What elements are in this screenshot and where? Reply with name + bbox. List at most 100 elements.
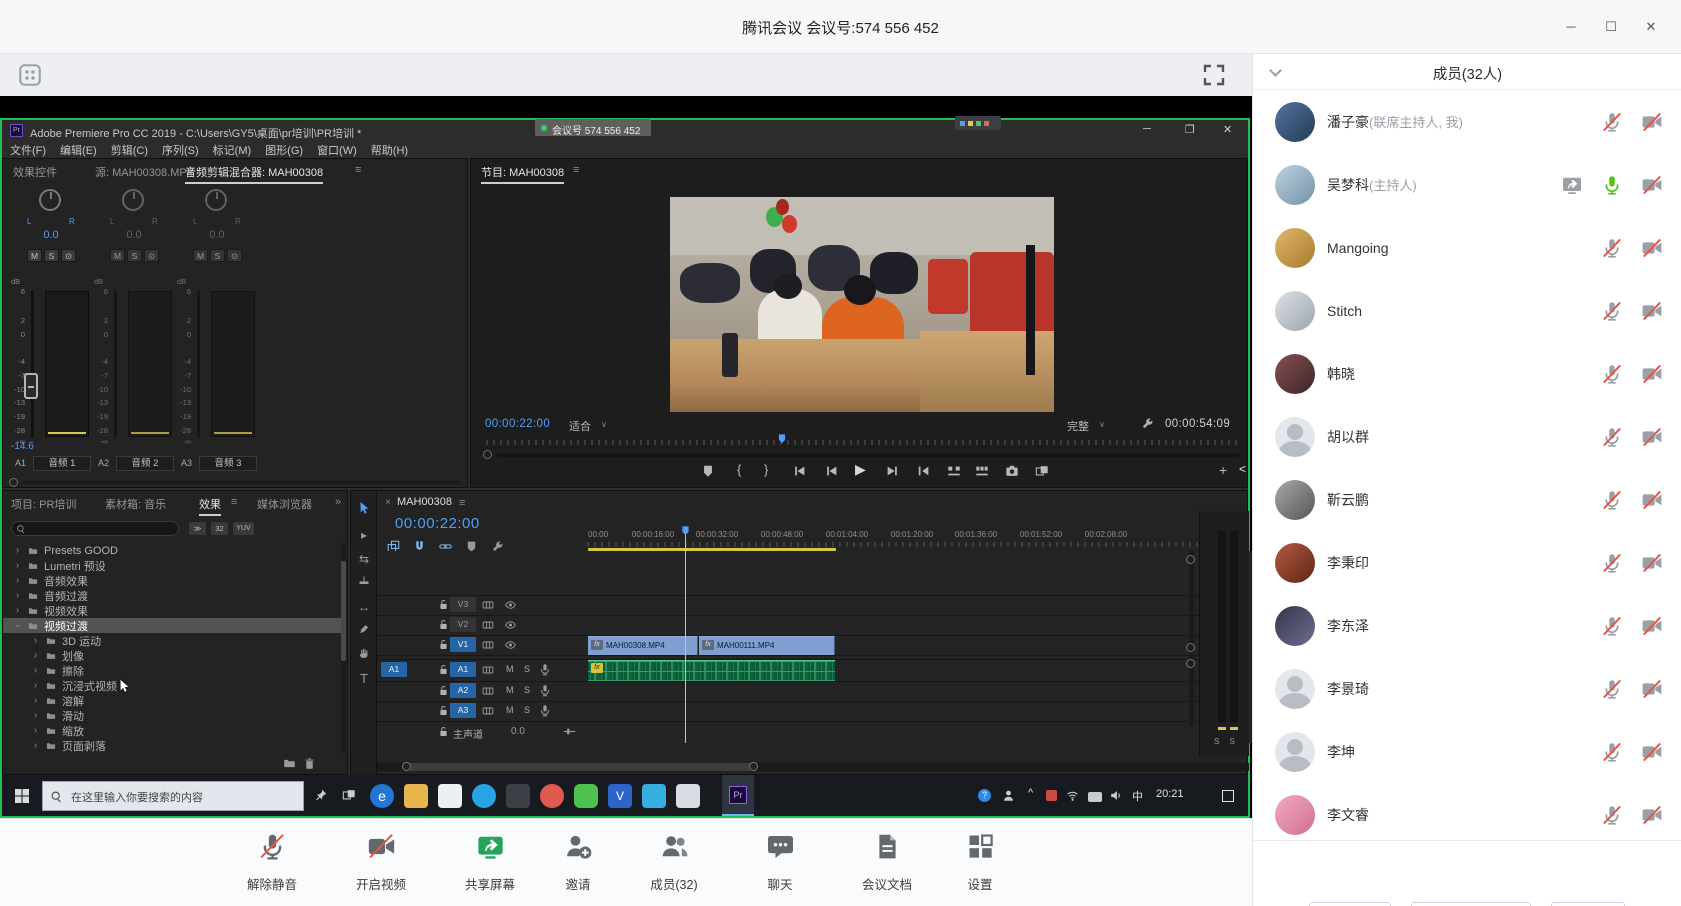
mic-muted-icon[interactable] — [1602, 364, 1622, 384]
chat-button[interactable]: 聊天 — [736, 825, 824, 899]
member-row[interactable]: 李景琦 — [1253, 657, 1681, 720]
camera-off-icon[interactable] — [1642, 679, 1662, 699]
unmute-button[interactable]: 解除静音 — [228, 825, 316, 899]
member-row[interactable]: 李坤 — [1253, 720, 1681, 783]
mic-muted-icon[interactable] — [1602, 490, 1622, 510]
panel-menu-icon: ≡ — [573, 164, 579, 176]
member-row[interactable]: 李文睿 — [1253, 783, 1681, 846]
tab-program-monitor: 节目: MAH00308 — [481, 164, 564, 184]
taskbar-app-store — [438, 784, 462, 808]
tree-item-video-transitions: ›视频过渡 — [3, 618, 341, 633]
effects-panel: 项目: PR培训 素材箱: 音乐 效果 ≡ 媒体浏览器 » ≫ 32 YUV ›… — [2, 490, 348, 775]
sharing-screen-icon[interactable] — [1562, 175, 1582, 195]
mute-all-button[interactable]: 全体静音 — [1309, 902, 1391, 906]
scene-person — [870, 252, 918, 294]
mute-button: M — [27, 249, 42, 262]
member-row[interactable]: 靳云鹏 — [1253, 468, 1681, 531]
taskbar-search-input: 在这里输入你要搜索的内容 — [42, 781, 304, 811]
unmute-all-button[interactable]: 解除全体静音 — [1411, 902, 1531, 906]
member-row[interactable]: 潘子豪 (联席主持人, 我) — [1253, 90, 1681, 153]
chevron-down-icon: ∨ — [1099, 420, 1105, 429]
meeting-docs-button[interactable]: 会议文档 — [843, 825, 931, 899]
taskbar-app-wechat — [574, 784, 598, 808]
minimized-toolbar-widget[interactable] — [955, 116, 1001, 130]
program-seek-ruler — [483, 436, 1239, 445]
mic-muted-icon[interactable] — [1602, 616, 1622, 636]
tray-expand-icon: ^ — [1028, 787, 1033, 799]
master-volume-value: 0.0 — [511, 726, 525, 737]
mic-muted-icon[interactable] — [1602, 427, 1622, 447]
timeline-tab: MAH00308 — [397, 496, 452, 508]
window-close-button[interactable]: ✕ — [1639, 16, 1663, 38]
track-header-a3: A3 M S — [377, 701, 537, 721]
menu-window: 窗口(W) — [317, 142, 357, 158]
menu-help: 帮助(H) — [371, 142, 408, 158]
avatar — [1275, 165, 1315, 205]
tree-item-wipe: ›擦除 — [3, 663, 341, 678]
hscroll-handle — [402, 762, 411, 771]
settings-button[interactable]: 设置 — [936, 825, 1024, 899]
camera-off-icon[interactable] — [1642, 112, 1662, 132]
mic-muted-icon[interactable] — [1602, 742, 1622, 762]
member-row[interactable]: 韩晓 — [1253, 342, 1681, 405]
fullscreen-icon[interactable] — [1202, 63, 1226, 87]
taskbar-app-media — [540, 784, 564, 808]
premiere-window: Pr Adobe Premiere Pro CC 2019 - C:\Users… — [2, 120, 1248, 775]
extract-icon — [975, 464, 989, 478]
footer-divider — [1253, 840, 1681, 841]
mic-muted-icon[interactable] — [1602, 238, 1622, 258]
mic-muted-icon[interactable] — [1602, 301, 1622, 321]
window-maximize-button[interactable]: ☐ — [1599, 16, 1623, 38]
task-view-icon — [342, 788, 356, 802]
taskbar-app-blue — [642, 784, 666, 808]
invite-button[interactable]: 邀请 — [534, 825, 622, 899]
tools-column: ▸ ⇆ ↔ T — [351, 491, 377, 776]
member-row[interactable]: Mangoing — [1253, 216, 1681, 279]
camera-off-icon[interactable] — [1642, 616, 1662, 636]
camera-off-icon[interactable] — [1642, 427, 1662, 447]
pan-value: 0.0 — [11, 229, 91, 241]
member-row[interactable]: 吴梦科 (主持人) — [1253, 153, 1681, 216]
comparison-view-icon — [1035, 464, 1049, 478]
mic-muted-icon[interactable] — [1602, 553, 1622, 573]
status-dot — [541, 125, 547, 131]
member-row[interactable]: 李秉印 — [1253, 531, 1681, 594]
camera-off-icon[interactable] — [1642, 805, 1662, 825]
premiere-minimize-icon: ─ — [1143, 123, 1151, 135]
pan-knob — [122, 189, 144, 211]
member-row[interactable]: Stitch — [1253, 279, 1681, 342]
camera-off-icon[interactable] — [1642, 553, 1662, 573]
timeline-timecode: 00:00:22:00 — [395, 515, 480, 532]
go-to-out-icon — [917, 464, 931, 478]
vscroll-handle — [1186, 643, 1195, 652]
track-header-v1: V1 — [377, 635, 537, 655]
camera-off-icon[interactable] — [1642, 175, 1662, 195]
mic-muted-icon[interactable] — [1602, 805, 1622, 825]
camera-off-icon[interactable] — [1642, 301, 1662, 321]
apps-grid-icon[interactable] — [18, 63, 42, 87]
share-screen-button[interactable]: 共享屏幕 — [446, 825, 534, 899]
hscroll-handle — [9, 478, 18, 487]
member-row[interactable]: 李东泽 — [1253, 594, 1681, 657]
members-button[interactable]: 成员(32) — [630, 825, 718, 899]
avatar — [1275, 354, 1315, 394]
track-num: A1 — [15, 458, 26, 468]
mic-active-icon[interactable] — [1602, 175, 1622, 195]
premiere-window-title: Adobe Premiere Pro CC 2019 - C:\Users\GY… — [30, 125, 361, 141]
camera-off-icon[interactable] — [1642, 490, 1662, 510]
meeting-id-badge[interactable]: 会议号 574 556 452 — [535, 119, 651, 136]
window-minimize-button[interactable]: ─ — [1559, 16, 1583, 38]
camera-off-icon[interactable] — [1642, 238, 1662, 258]
tree-item-presets: ›Presets GOOD — [3, 543, 341, 558]
camera-off-icon[interactable] — [1642, 742, 1662, 762]
camera-off-icon[interactable] — [1642, 364, 1662, 384]
meter-solo-buttons: S S — [1214, 737, 1239, 746]
mic-muted-icon[interactable] — [1602, 112, 1622, 132]
start-video-button[interactable]: 开启视频 — [337, 825, 425, 899]
more-button[interactable]: 更多 — [1551, 902, 1625, 906]
mic-muted-icon[interactable] — [1602, 679, 1622, 699]
scene-thermos — [722, 333, 738, 377]
member-row[interactable]: 胡以群 — [1253, 405, 1681, 468]
pan-value: 0.0 — [94, 229, 174, 241]
menu-file: 文件(F) — [10, 142, 46, 158]
